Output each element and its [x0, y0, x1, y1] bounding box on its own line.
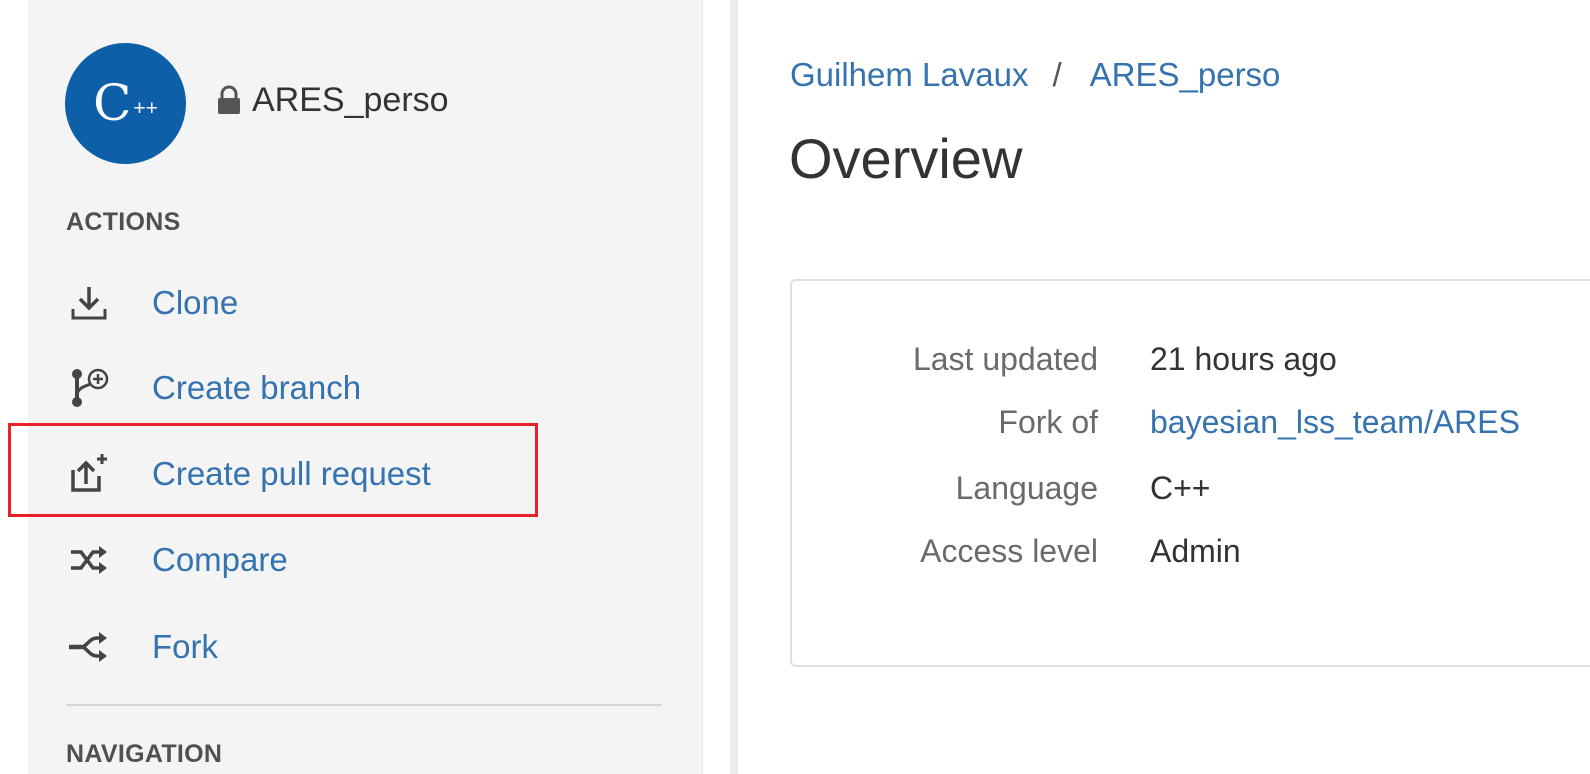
- page: C ++ ARES_perso ACTIONS Clone Create bra…: [0, 0, 1590, 774]
- info-row-fork-of: Fork of bayesian_lss_team/ARES: [792, 400, 1590, 444]
- fork-label: Fork: [152, 628, 218, 665]
- breadcrumb-owner-link[interactable]: Guilhem Lavaux: [790, 56, 1028, 94]
- navigation-heading: NAVIGATION: [66, 740, 223, 768]
- info-row-access-level: Access level Admin: [792, 529, 1590, 573]
- info-value: 21 hours ago: [1150, 340, 1337, 377]
- repo-name-row: ARES_perso: [216, 80, 449, 120]
- repo-avatar[interactable]: C ++: [65, 43, 186, 164]
- clone-label: Clone: [152, 284, 239, 321]
- repo-name[interactable]: ARES_perso: [252, 81, 449, 120]
- fork-of-link[interactable]: bayesian_lss_team/ARES: [1150, 404, 1520, 441]
- info-value: C++: [1150, 469, 1211, 506]
- clone-action[interactable]: Clone: [62, 278, 238, 328]
- actions-heading: ACTIONS: [66, 208, 181, 236]
- repo-info-card: Last updated 21 hours ago Fork of bayesi…: [790, 279, 1590, 667]
- compare-label: Compare: [152, 541, 288, 578]
- breadcrumb: Guilhem Lavaux / ARES_perso: [790, 56, 1280, 94]
- breadcrumb-repo-link[interactable]: ARES_perso: [1090, 56, 1281, 94]
- sidebar-resize-handle[interactable]: [702, 0, 738, 774]
- avatar-letter: C: [93, 73, 132, 132]
- sidebar-divider: [66, 704, 662, 706]
- info-label: Language: [955, 469, 1098, 506]
- lock-icon: [216, 85, 242, 115]
- compare-action[interactable]: Compare: [62, 535, 288, 585]
- page-title: Overview: [789, 127, 1023, 190]
- info-value: Admin: [1150, 532, 1241, 569]
- clone-icon: [62, 281, 116, 325]
- info-label: Access level: [920, 532, 1098, 569]
- create-branch-action[interactable]: Create branch: [62, 363, 361, 413]
- create-branch-label: Create branch: [152, 369, 362, 406]
- compare-icon: [62, 538, 116, 582]
- breadcrumb-separator: /: [1052, 56, 1062, 93]
- info-label: Last updated: [912, 340, 1098, 377]
- avatar-suffix: ++: [133, 96, 158, 120]
- create-branch-icon: [62, 366, 116, 410]
- info-label: Fork of: [998, 403, 1098, 440]
- info-row-language: Language C++: [792, 466, 1590, 510]
- fork-icon: [62, 625, 116, 669]
- info-row-last-updated: Last updated 21 hours ago: [792, 337, 1590, 381]
- fork-action[interactable]: Fork: [62, 622, 218, 672]
- highlight-box: [8, 423, 538, 517]
